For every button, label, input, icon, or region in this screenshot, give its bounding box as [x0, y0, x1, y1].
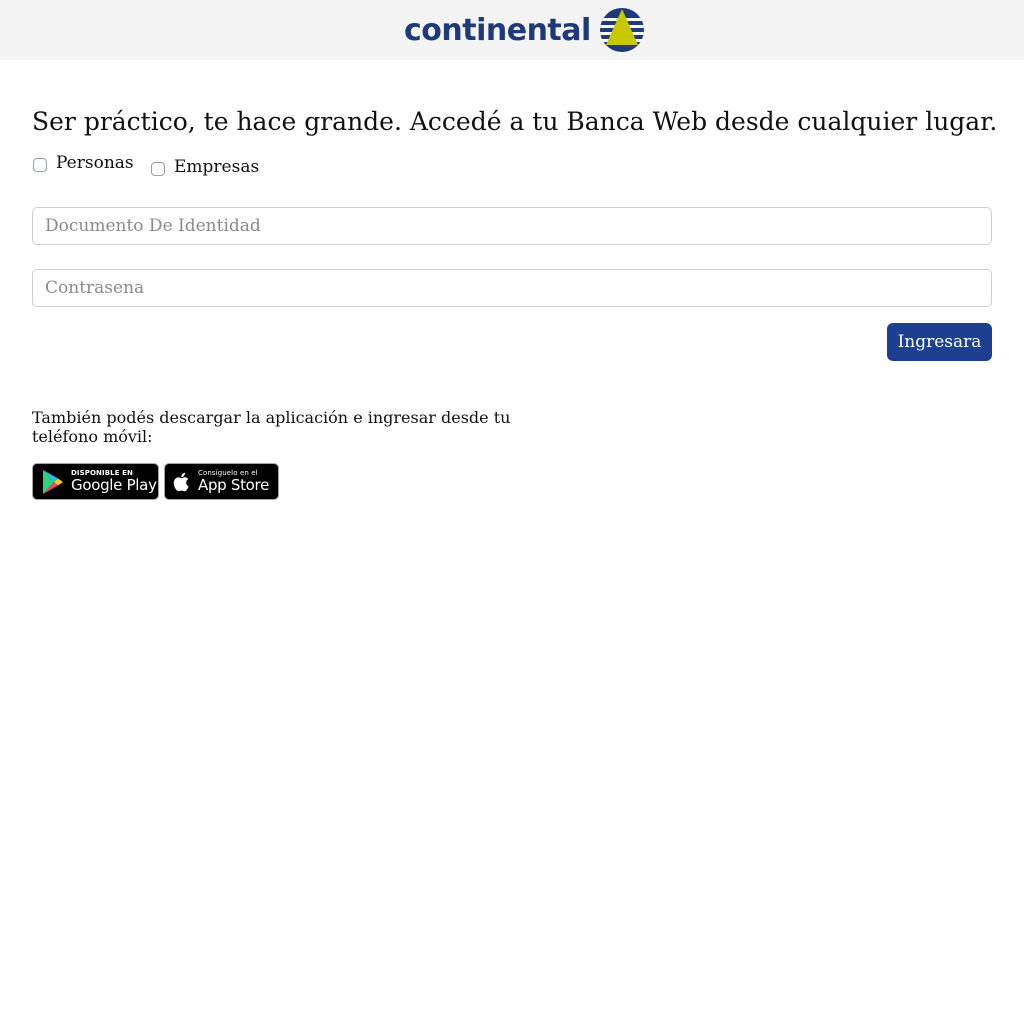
app-store-big-text: App Store	[198, 476, 270, 494]
page-headline: Ser práctico, te hace grande. Accedé a t…	[32, 107, 998, 136]
google-play-badge[interactable]: DISPONIBLE EN Google Play	[32, 463, 159, 500]
password-input[interactable]	[32, 269, 992, 307]
personas-checkbox[interactable]	[33, 158, 47, 172]
top-bar: continental	[0, 0, 1024, 60]
personas-label[interactable]: Personas	[56, 153, 134, 173]
empresas-checkbox[interactable]	[151, 162, 165, 176]
logo-wordmark: continental	[404, 13, 591, 48]
document-id-input[interactable]	[32, 207, 992, 245]
continental-logo[interactable]: continental	[404, 6, 645, 54]
login-button[interactable]: Ingresara	[887, 323, 992, 361]
google-play-icon	[43, 469, 63, 494]
app-download-text: También podés descargar la aplicación e …	[32, 408, 511, 446]
continental-logo-icon	[599, 8, 644, 52]
empresas-label[interactable]: Empresas	[174, 157, 259, 177]
google-play-big-text: Google Play	[71, 476, 157, 494]
app-store-badge[interactable]: Consíguelo en el App Store	[164, 463, 279, 500]
apple-icon	[173, 472, 189, 491]
